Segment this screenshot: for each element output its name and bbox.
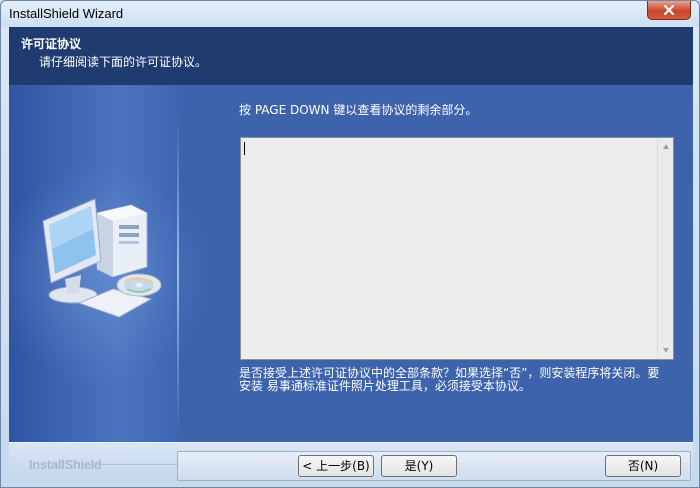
header-title: 许可证协议: [21, 37, 82, 51]
text-caret: [244, 142, 245, 155]
scroll-down-arrow-icon[interactable]: [662, 346, 670, 354]
wizard-footer: InstallShield < 上一步(B) 是(Y) 否(N): [9, 442, 693, 481]
installshield-brand: InstallShield: [29, 457, 102, 472]
header-subtitle: 请仔细阅读下面的许可证协议。: [39, 55, 208, 69]
close-button[interactable]: [647, 1, 691, 20]
yes-button[interactable]: 是(Y): [381, 455, 457, 477]
close-icon: [663, 5, 675, 15]
banner-divider: [177, 113, 179, 433]
license-text-area[interactable]: [240, 137, 674, 360]
accept-question: 是否接受上述许可证协议中的全部条款？如果选择“否”，则安装程序将关闭。要 安装 …: [239, 367, 679, 393]
button-tray: < 上一步(B) 是(Y) 否(N): [177, 451, 691, 481]
accept-question-line2: 安装 易事通标准证件照片处理工具，必须接受本协议。: [239, 379, 531, 393]
title-bar[interactable]: InstallShield Wizard: [1, 1, 699, 27]
license-scrollbar[interactable]: [657, 138, 673, 359]
wizard-header: 许可证协议 请仔细阅读下面的许可证协议。: [9, 27, 693, 85]
installer-window: InstallShield Wizard 许可证协议 请仔细阅读下面的许可证协议…: [0, 0, 700, 488]
no-button[interactable]: 否(N): [605, 455, 681, 477]
computer-cd-icon: [42, 198, 162, 318]
back-button[interactable]: < 上一步(B): [298, 455, 374, 477]
window-title: InstallShield Wizard: [9, 6, 124, 21]
side-banner: [9, 85, 229, 442]
wizard-body: 按 PAGE DOWN 键以查看协议的剩余部分。 是否接受上述许可证协议中的全部…: [9, 85, 693, 442]
brand-divider: [97, 464, 177, 465]
scroll-up-arrow-icon[interactable]: [662, 143, 670, 151]
page-down-instruction: 按 PAGE DOWN 键以查看协议的剩余部分。: [239, 103, 478, 117]
